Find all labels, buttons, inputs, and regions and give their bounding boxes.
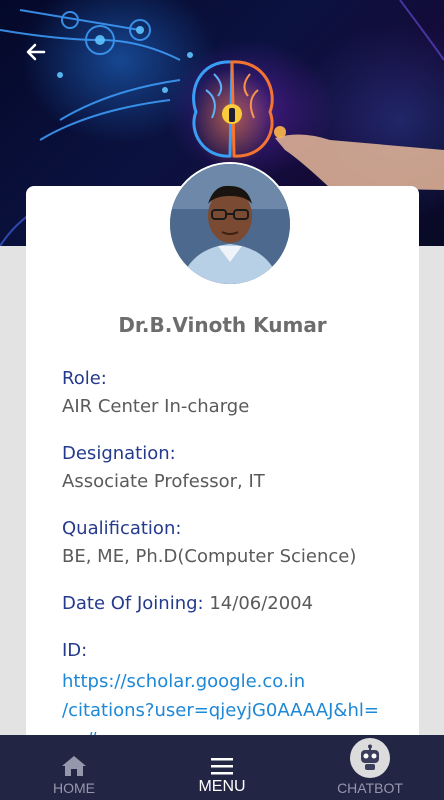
arrow-left-icon [26,43,46,61]
chatbot-avatar [350,738,390,778]
designation-label: Designation: [62,443,176,464]
nav-chatbot-label: CHATBOT [337,780,403,796]
bottom-nav: HOME MENU CHATBOT [0,735,444,800]
back-button[interactable] [20,36,52,68]
designation-value: Associate Professor, IT [62,471,265,492]
id-label: ID: [62,640,88,661]
avatar [168,162,292,286]
scholar-link-line: https://scholar.google.co.in [62,671,306,692]
scholar-link-line: /citations?user=qjeyjG0AAAAJ&hl= [62,700,379,721]
nav-menu-label: MENU [198,778,246,795]
role-label: Role: [62,368,107,389]
date-of-joining-row: Date Of Joining: 14/06/2004 [62,593,313,614]
date-of-joining-value: 14/06/2004 [209,593,314,614]
nav-home-label: HOME [53,780,95,796]
nav-home[interactable]: HOME [0,735,148,800]
profile-name: Dr.B.Vinoth Kumar [118,313,327,337]
profile-photo [170,164,290,284]
qualification-label: Qualification: [62,518,182,539]
hamburger-menu-icon [211,758,233,775]
role-value: AIR Center In-charge [62,396,250,417]
qualification-value: BE, ME, Ph.D(Computer Science) [62,546,357,567]
home-icon [62,756,86,776]
nav-menu[interactable]: MENU [148,735,296,800]
nav-chatbot[interactable]: CHATBOT [296,735,444,800]
date-of-joining-label: Date Of Joining: [62,593,204,614]
robot-icon [361,744,379,770]
